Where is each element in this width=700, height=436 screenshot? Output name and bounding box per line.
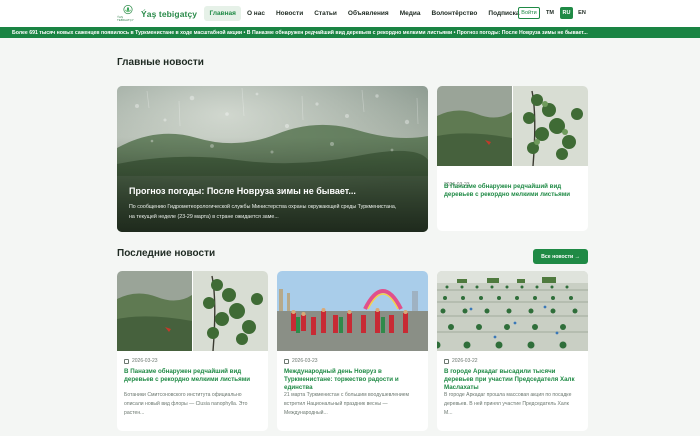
news-card-title[interactable]: Международный день Новруз в Туркменистан… bbox=[284, 368, 424, 392]
news-card-excerpt: В городе Аркадаг прошла массовая акция п… bbox=[444, 392, 572, 416]
hero-excerpt: По сообщению Гидрометеорологической служ… bbox=[129, 204, 397, 220]
news-card-date: 2026-03-23 bbox=[132, 358, 158, 364]
side-news-image bbox=[437, 86, 588, 166]
news-card-2[interactable]: 2026-03-23 Международный день Новруз в Т… bbox=[277, 271, 428, 431]
logo-small-text: ÝAŞ TEBIGATÇY bbox=[117, 15, 134, 22]
news-card-image bbox=[437, 271, 588, 351]
nav-news[interactable]: Новости bbox=[270, 6, 308, 21]
news-card-1[interactable]: 2026-03-23 В Паназме обнаружен редчайший… bbox=[117, 271, 268, 431]
nav-volunteering[interactable]: Волонтёрство bbox=[426, 6, 483, 21]
news-card-3[interactable]: 2026-03-22 В городе Аркадаг высадили тыс… bbox=[437, 271, 588, 431]
site-header: ÝAŞ TEBIGATÇY Ýaş tebigatçy Главная О на… bbox=[0, 0, 700, 27]
main-nav: Главная О нас Новости Статьи Объявления … bbox=[204, 6, 525, 21]
news-card-excerpt: Ботаники Смитсоновского института официа… bbox=[124, 392, 248, 416]
news-card-excerpt: 21 марта Туркменистан с большим воодушев… bbox=[284, 392, 410, 416]
side-news-title[interactable]: В Паназме обнаружен редчайший вид деревь… bbox=[444, 183, 584, 199]
news-card-date: 2026-03-22 bbox=[452, 358, 478, 364]
hero-title[interactable]: Прогноз погоды: После Новруза зимы не бы… bbox=[129, 186, 356, 196]
calendar-icon bbox=[284, 358, 289, 364]
news-card-meta: 2026-03-23 bbox=[124, 358, 158, 364]
logo-text: Ýaş tebigatçy bbox=[141, 8, 198, 19]
hero-news-card[interactable]: Прогноз погоды: После Новруза зимы не бы… bbox=[117, 86, 428, 232]
news-card-meta: 2026-03-23 bbox=[284, 358, 318, 364]
lang-tm-button[interactable]: TM bbox=[544, 7, 556, 19]
site-logo[interactable]: ÝAŞ TEBIGATÇY Ýaş tebigatçy bbox=[117, 5, 197, 22]
calendar-icon bbox=[444, 358, 449, 364]
side-news-card[interactable]: 2026-03-23 В Паназме обнаружен редчайший… bbox=[437, 86, 588, 231]
main-news-title: Главные новости bbox=[117, 57, 204, 68]
nav-media[interactable]: Медиа bbox=[394, 6, 426, 21]
calendar-icon bbox=[124, 358, 129, 364]
nav-about[interactable]: О нас bbox=[241, 6, 270, 21]
leaf-logo-icon: ÝAŞ TEBIGATÇY bbox=[117, 5, 139, 22]
news-card-date: 2026-03-23 bbox=[292, 358, 318, 364]
news-card-title[interactable]: В Паназме обнаружен редчайший вид деревь… bbox=[124, 368, 264, 384]
latest-news-title: Последние новости bbox=[117, 248, 216, 259]
nav-home[interactable]: Главная bbox=[204, 6, 242, 21]
news-ticker[interactable]: Более 691 тысяч новых саженцев появилось… bbox=[0, 27, 700, 38]
nav-announcements[interactable]: Объявления bbox=[342, 6, 394, 21]
nav-articles[interactable]: Статьи bbox=[309, 6, 343, 21]
all-news-button[interactable]: Все новости → bbox=[533, 249, 588, 264]
lang-en-button[interactable]: EN bbox=[576, 7, 588, 19]
news-card-image bbox=[277, 271, 428, 351]
news-card-image bbox=[117, 271, 268, 351]
lang-ru-button[interactable]: RU bbox=[560, 7, 573, 19]
news-card-title[interactable]: В городе Аркадаг высадили тысячи деревье… bbox=[444, 368, 584, 392]
news-card-meta: 2026-03-22 bbox=[444, 358, 478, 364]
login-button[interactable]: Войти bbox=[518, 7, 540, 19]
